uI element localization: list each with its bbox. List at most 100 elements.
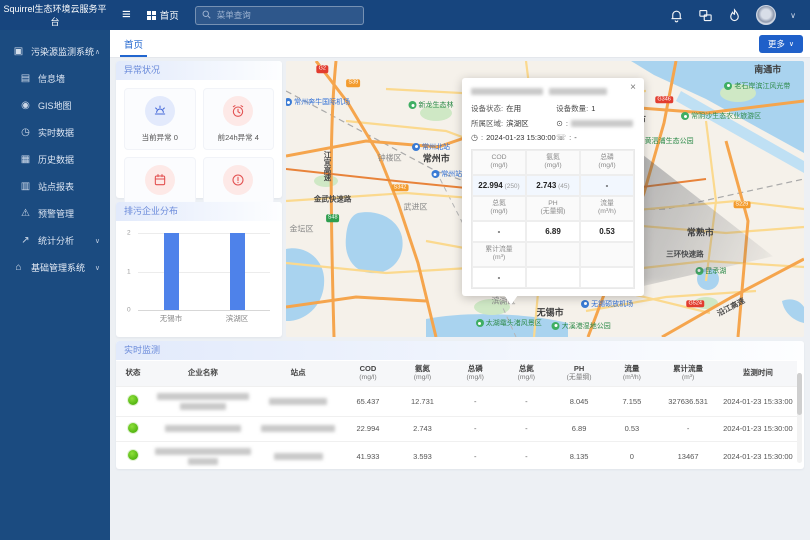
realtime-data-icon: ◷: [19, 127, 32, 138]
column-label: 监测时间: [721, 368, 795, 378]
map-label-text: 常州站: [441, 169, 462, 179]
metric-unit: (m³): [474, 254, 524, 262]
redacted-text: [471, 88, 543, 95]
metric-name: 累计流量: [474, 246, 524, 254]
notification-bell-icon[interactable]: [669, 8, 684, 23]
popup-field: ◷:2024-01-23 15:30:00: [471, 133, 556, 142]
abnormal-status-title: 异常状况: [116, 61, 282, 80]
x-axis-label: 滨湖区: [226, 313, 249, 324]
sidebar-item-history-data[interactable]: ▦历史数据: [0, 146, 110, 173]
column-unit: (mg/l): [397, 374, 447, 383]
site-cell: [256, 416, 341, 441]
distribution-panel: 排污企业分布 012无锡市滨湖区: [116, 202, 282, 337]
sidebar-item-info-wall[interactable]: ▤信息墙: [0, 65, 110, 92]
map-label-district: 武进区: [404, 202, 428, 213]
map-label-poi-green: 常阴沙生态农业旅游区: [681, 111, 761, 121]
metric-unit: (无量纲): [528, 208, 578, 216]
poi-green-poi-icon: [409, 101, 417, 109]
road-badge: S229: [733, 201, 750, 209]
map-label-text: 钟楼区: [378, 152, 402, 163]
distribution-title: 排污企业分布: [116, 202, 282, 221]
road-badge: S39: [346, 79, 360, 87]
chevron-down-icon[interactable]: ∨: [790, 11, 796, 20]
time-cell: 2024-01-23 15:30:00: [719, 441, 797, 469]
table-scrollbar[interactable]: [797, 373, 802, 463]
alert-circle-icon: [223, 165, 253, 195]
alert-bell-icon: ⚠: [19, 208, 32, 219]
metric-value-cell: [580, 267, 634, 288]
map-label-text: 老石岸滨江风光带: [734, 81, 790, 91]
more-button[interactable]: 更多 ∨: [759, 35, 803, 53]
redacted-text: [152, 448, 254, 465]
column-header-氨氮: 氨氮(mg/l): [395, 361, 449, 386]
table-row[interactable]: 65.43712.731--8.0457.155327636.5312024-0…: [116, 386, 797, 416]
column-label: COD: [343, 364, 393, 374]
scrollbar-thumb[interactable]: [797, 373, 802, 415]
metric-header-cell: 总磷(mg/l): [580, 150, 634, 175]
metric-name: 流量: [582, 200, 632, 208]
poi-green-poi-icon: [552, 322, 560, 330]
map-label-text: 常州北站: [422, 142, 450, 152]
value-cell: -: [501, 386, 552, 416]
table-row[interactable]: 41.9333.593--8.1350134672024-01-23 15:30…: [116, 441, 797, 469]
metric-unit: (mg/l): [474, 162, 524, 170]
tab-home[interactable]: 首页: [124, 30, 143, 57]
metric-header-cell: PH(无量纲): [526, 196, 580, 221]
status-online-dot: [128, 450, 138, 460]
table-row[interactable]: 22.9942.743--6.890.53-2024-01-23 15:30:0…: [116, 416, 797, 441]
user-avatar[interactable]: [756, 5, 776, 25]
y-axis-tick: 1: [127, 268, 131, 275]
popup-field-value: -: [574, 133, 577, 142]
platform-logo: Squirrel生态环境云服务平台: [0, 2, 110, 28]
abnormal-card-1[interactable]: 前24h异常 4: [203, 88, 275, 150]
map-label-text: 武进区: [404, 202, 428, 213]
sidebar-item-statistics-analysis[interactable]: ↗统计分析∨: [0, 227, 110, 254]
sidebar-item-gis-map[interactable]: ◉GIS地图: [0, 92, 110, 119]
popup-field: 设备数量:1: [556, 103, 635, 114]
column-header-累计流量: 累计流量(m³): [657, 361, 718, 386]
sidebar-item-pollution-monitor-system[interactable]: ▣污染源监测系统∧: [0, 38, 110, 65]
hamburger-menu-icon[interactable]: ≡: [122, 0, 131, 30]
metric-value-cell: 22.994 (250): [472, 175, 526, 196]
flame-icon[interactable]: [727, 8, 742, 23]
popup-field-value: 在用: [506, 103, 521, 114]
metric-name: 总磷: [582, 154, 632, 162]
nav-home-label: 首页: [160, 8, 179, 22]
sidebar-item-alert-management[interactable]: ⚠预警管理: [0, 200, 110, 227]
map-label-text: 大溪港湿地公园: [562, 321, 611, 331]
chevron-down-icon: ∨: [789, 40, 794, 48]
map[interactable]: 常州奔牛国际机场新龙生态林常州北站钟楼区常州市常州站江宜高速金坛区金武快速路武进…: [286, 61, 804, 337]
poi-blue-poi-icon: [412, 143, 420, 151]
sidebar-item-label: 实时数据: [38, 126, 74, 139]
column-unit: (无量纲): [554, 374, 604, 383]
bar-无锡市: [164, 233, 179, 310]
time-cell: 2024-01-23 15:30:00: [719, 416, 797, 441]
location-pin-icon: ⊙: [556, 119, 563, 128]
sidebar-item-base-management-system[interactable]: ⌂基础管理系统∨: [0, 254, 110, 281]
popup-field: 设备状态:在用: [471, 103, 556, 114]
menu-search[interactable]: [195, 6, 364, 25]
clock-icon: ◷: [471, 133, 478, 142]
search-input[interactable]: [215, 9, 357, 21]
poi-blue-poi-icon: [286, 98, 292, 106]
screens-icon[interactable]: [698, 8, 713, 23]
map-label-poi-green: 太湖鼋头渚风景区: [476, 318, 542, 328]
sidebar-item-realtime-data[interactable]: ◷ 实时数据: [0, 119, 110, 146]
redacted-text: [258, 425, 339, 432]
y-axis-tick: 2: [127, 230, 131, 237]
metric-limit: (45): [556, 183, 569, 190]
sidebar-item-station-report[interactable]: ▥站点报表: [0, 173, 110, 200]
tab-bar: 首页 更多 ∨: [110, 30, 810, 58]
map-label-poi-blue: 常州奔牛国际机场: [286, 97, 350, 107]
site-cell: [256, 441, 341, 469]
popup-field-label: 所属区域:: [471, 118, 503, 129]
x-axis-label: 无锡市: [160, 313, 183, 324]
map-label-text: 常州奔牛国际机场: [294, 97, 350, 107]
nav-home[interactable]: 首页: [147, 8, 179, 22]
metric-header-cell: 流量(m³/h): [580, 196, 634, 221]
value-cell: 7.155: [606, 386, 657, 416]
metric-header-cell: 累计流量(m³): [472, 242, 526, 267]
map-label-text: 金武快速路: [314, 194, 352, 205]
abnormal-card-0[interactable]: 当前异常 0: [124, 88, 196, 150]
close-icon[interactable]: ×: [630, 83, 636, 93]
